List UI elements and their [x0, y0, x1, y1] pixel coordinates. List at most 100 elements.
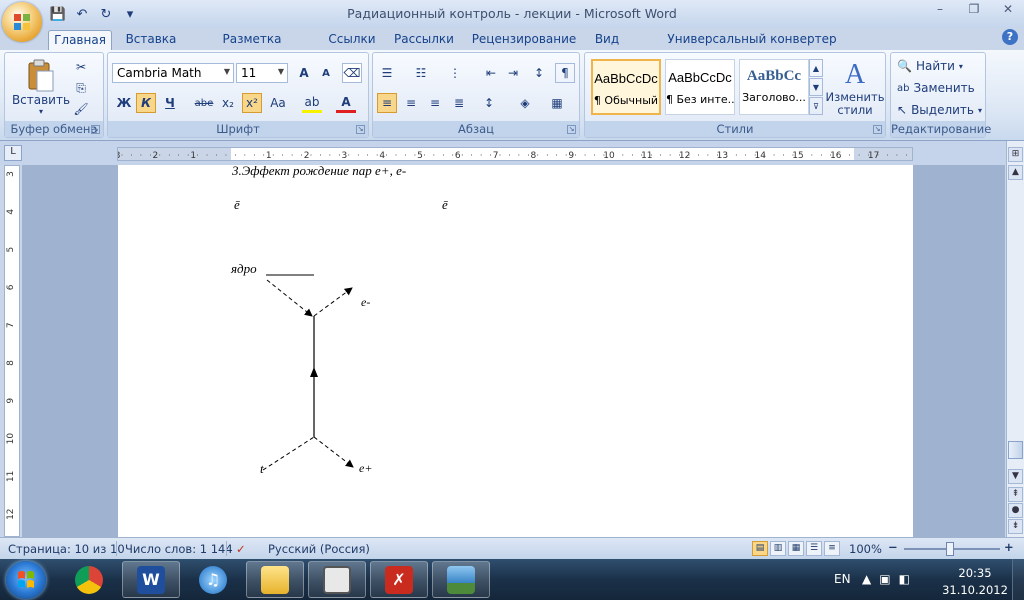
align-right-icon[interactable]: ≡	[425, 93, 445, 113]
taskbar-explorer[interactable]	[246, 561, 304, 598]
tab-selector[interactable]: L	[4, 145, 22, 161]
tab-references[interactable]: Ссылки	[324, 30, 380, 50]
word-count[interactable]: Число слов: 1 144	[125, 542, 233, 556]
style-heading[interactable]: AaBbCc Заголово...	[739, 59, 809, 115]
taskbar-pdf[interactable]: ✗	[370, 561, 428, 598]
replace-button[interactable]: ab Заменить	[897, 79, 975, 97]
format-painter-icon[interactable]: 🖌	[71, 99, 91, 119]
style-normal[interactable]: AaBbCcDc ¶ Обычный	[591, 59, 661, 115]
numbering-icon[interactable]: ☷	[411, 63, 431, 83]
help-icon[interactable]: ?	[1002, 29, 1018, 45]
next-page-icon[interactable]: ⇟	[1008, 519, 1023, 534]
superscript-button[interactable]: x²	[242, 93, 262, 113]
zoom-in-button[interactable]: +	[1004, 540, 1014, 554]
clock-time[interactable]: 20:35	[950, 566, 1000, 580]
styles-launcher-icon[interactable]: ↘	[873, 125, 882, 134]
find-button[interactable]: 🔍 Найти ▾	[897, 57, 963, 75]
taskbar-word[interactable]: W	[122, 561, 180, 598]
line-spacing-icon[interactable]: ↕	[479, 93, 499, 113]
tab-home[interactable]: Главная	[48, 30, 112, 50]
tab-mailings[interactable]: Рассылки	[392, 30, 456, 50]
outline-view-icon[interactable]: ☰	[806, 541, 822, 556]
web-layout-view-icon[interactable]: ▦	[788, 541, 804, 556]
bullets-icon[interactable]: ☰	[377, 63, 397, 83]
align-left-icon[interactable]: ≡	[377, 93, 397, 113]
zoom-slider-thumb[interactable]	[946, 542, 954, 556]
taskbar-app-window[interactable]	[308, 561, 366, 598]
start-button[interactable]	[6, 561, 46, 599]
cut-icon[interactable]: ✂	[71, 57, 91, 77]
show-hidden-icons-icon[interactable]: ▲	[862, 572, 871, 586]
paste-dropdown-icon[interactable]: ▾	[39, 107, 43, 116]
vertical-ruler[interactable]: 3 4 5 6 7 8 9 10 11 12	[4, 165, 20, 537]
ruler-toggle-icon[interactable]: ⊞	[1008, 147, 1023, 162]
scroll-up-icon[interactable]: ▲	[1008, 165, 1023, 180]
multilevel-list-icon[interactable]: ⋮	[445, 63, 465, 83]
clear-formatting-icon[interactable]: ⌫	[342, 63, 362, 83]
align-center-icon[interactable]: ≡	[401, 93, 421, 113]
vertical-scrollbar[interactable]: ⊞ ▲ ▼ ⇞ ● ⇟	[1006, 141, 1024, 537]
tab-document-converter[interactable]: Универсальный конвертер документов	[638, 30, 866, 60]
italic-button[interactable]: К	[136, 93, 156, 113]
zoom-level[interactable]: 100%	[849, 542, 882, 556]
show-marks-button[interactable]: ¶	[555, 63, 575, 83]
font-color-button[interactable]: A	[336, 93, 356, 113]
close-button[interactable]: ✕	[998, 2, 1018, 18]
font-launcher-icon[interactable]: ↘	[356, 125, 365, 134]
taskbar-chrome[interactable]	[60, 561, 118, 598]
taskbar-picture-viewer[interactable]	[432, 561, 490, 598]
change-case-button[interactable]: Aa	[268, 93, 288, 113]
style-no-spacing[interactable]: AaBbCcDc ¶ Без инте...	[665, 59, 735, 115]
clipboard-launcher-icon[interactable]: ↘	[91, 125, 100, 134]
maximize-button[interactable]: ❐	[964, 2, 984, 18]
proofing-icon[interactable]: ✓	[236, 542, 246, 556]
clock-date[interactable]: 31.10.2012	[942, 583, 1008, 597]
input-language[interactable]: EN	[834, 572, 851, 586]
increase-indent-icon[interactable]: ⇥	[503, 63, 523, 83]
styles-more-icon[interactable]: ⊽	[809, 97, 823, 115]
tab-insert[interactable]: Вставка	[122, 30, 180, 50]
show-desktop-button[interactable]	[1012, 559, 1024, 600]
highlight-button[interactable]: ab	[302, 93, 322, 113]
scroll-down-icon[interactable]: ▼	[1008, 469, 1023, 484]
tab-page-layout[interactable]: Разметка страницы	[192, 30, 312, 60]
browse-object-icon[interactable]: ●	[1008, 503, 1023, 518]
taskbar-itunes[interactable]: ♫	[184, 561, 242, 598]
font-name-combo[interactable]: Cambria Math ▼	[112, 63, 234, 83]
pair-production-diagram[interactable]	[118, 165, 913, 537]
styles-scroll-down-icon[interactable]: ▼	[809, 78, 823, 96]
office-button[interactable]	[2, 2, 42, 42]
draft-view-icon[interactable]: ≡	[824, 541, 840, 556]
justify-icon[interactable]: ≣	[449, 93, 469, 113]
minimize-button[interactable]: –	[930, 2, 950, 18]
font-size-combo[interactable]: 11 ▼	[236, 63, 288, 83]
copy-icon[interactable]: ⎘	[71, 78, 91, 98]
zoom-out-button[interactable]: −	[888, 540, 898, 554]
tab-view[interactable]: Вид	[590, 30, 624, 50]
network-icon[interactable]: ▣	[879, 572, 890, 586]
print-layout-view-icon[interactable]: ▤	[752, 541, 768, 556]
sort-icon[interactable]: ↕	[529, 63, 549, 83]
bold-button[interactable]: Ж	[114, 93, 134, 113]
underline-button[interactable]: Ч	[160, 93, 180, 113]
full-screen-view-icon[interactable]: ▥	[770, 541, 786, 556]
scrollbar-thumb[interactable]	[1008, 441, 1023, 459]
subscript-button[interactable]: x₂	[218, 93, 238, 113]
borders-icon[interactable]: ▦	[547, 93, 567, 113]
horizontal-ruler[interactable]: 3211234567891011121314151617	[117, 147, 913, 161]
styles-scroll-up-icon[interactable]: ▲	[809, 59, 823, 77]
previous-page-icon[interactable]: ⇞	[1008, 487, 1023, 502]
shading-icon[interactable]: ◈	[515, 93, 535, 113]
volume-icon[interactable]: ◧	[899, 572, 910, 586]
change-styles-button[interactable]: A Изменить стили	[825, 55, 885, 121]
tab-review[interactable]: Рецензирование	[470, 30, 578, 50]
strikethrough-button[interactable]: abe	[194, 93, 214, 113]
paragraph-launcher-icon[interactable]: ↘	[567, 125, 576, 134]
paste-button[interactable]: Вставить ▾	[9, 55, 73, 119]
decrease-indent-icon[interactable]: ⇤	[481, 63, 501, 83]
shrink-font-button[interactable]: A	[316, 63, 336, 83]
select-button[interactable]: ↖ Выделить ▾	[897, 101, 982, 119]
page-indicator[interactable]: Страница: 10 из 10	[8, 542, 125, 556]
document-page[interactable]: 3.Эффект рождение пар e+, e- ē ē ядро e-…	[118, 165, 913, 537]
grow-font-button[interactable]: A	[294, 63, 314, 83]
